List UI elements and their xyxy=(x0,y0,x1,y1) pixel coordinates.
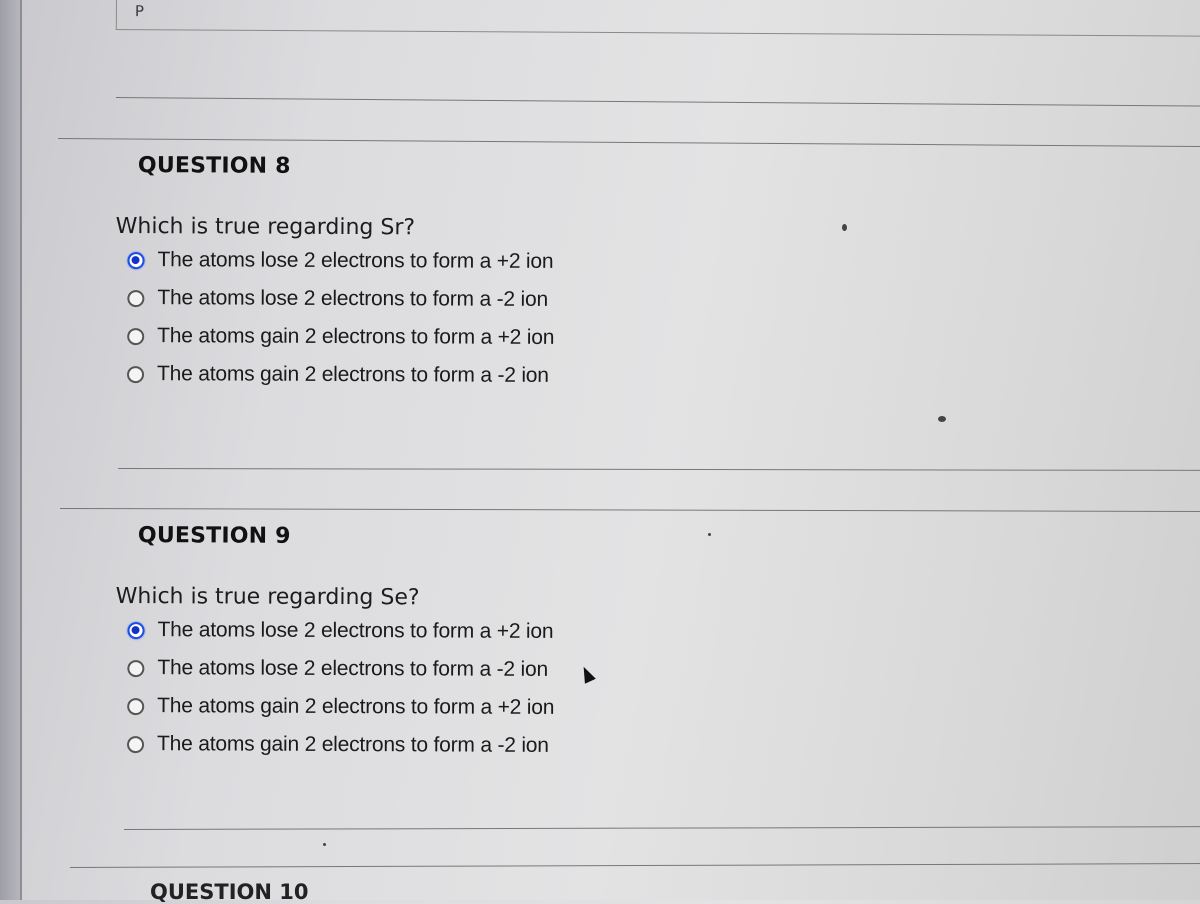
answer-field-previous[interactable]: P xyxy=(115,0,1200,37)
answer-option[interactable]: The atoms lose 2 electrons to form a -2 … xyxy=(115,279,815,320)
answer-option[interactable]: The atoms gain 2 electrons to form a +2 … xyxy=(115,687,815,728)
option-label: The atoms gain 2 electrons to form a -2 … xyxy=(156,362,549,387)
divider xyxy=(59,508,1200,513)
answer-option[interactable]: The atoms gain 2 electrons to form a -2 … xyxy=(115,725,815,766)
screen-smudge xyxy=(938,416,946,422)
question-10-title: QUESTION 10 xyxy=(150,880,309,904)
answer-option[interactable]: The atoms lose 2 electrons to form a +2 … xyxy=(115,611,815,652)
option-label: The atoms lose 2 electrons to form a +2 … xyxy=(157,248,554,273)
screen-smudge xyxy=(708,533,711,536)
answer-option[interactable]: The atoms gain 2 electrons to form a -2 … xyxy=(115,355,815,396)
answer-options: The atoms lose 2 electrons to form a +2 … xyxy=(115,611,816,766)
question-title: QUESTION 8 xyxy=(137,153,291,179)
screen-left-edge xyxy=(0,0,22,900)
screen-smudge xyxy=(842,224,847,231)
divider xyxy=(117,468,1200,471)
radio-button[interactable] xyxy=(127,327,145,345)
radio-button[interactable] xyxy=(127,659,145,677)
answer-options: The atoms lose 2 electrons to form a +2 … xyxy=(115,241,816,396)
divider xyxy=(115,97,1200,107)
question-prompt: Which is true regarding Se? xyxy=(115,583,420,611)
radio-button-selected[interactable] xyxy=(127,621,145,639)
page-left-border xyxy=(20,0,22,900)
option-label: The atoms lose 2 electrons to form a +2 … xyxy=(157,618,554,643)
screen-smudge xyxy=(323,843,326,846)
answer-option[interactable]: The atoms gain 2 electrons to form a +2 … xyxy=(115,317,815,358)
option-label: The atoms lose 2 electrons to form a -2 … xyxy=(157,656,549,681)
option-label: The atoms gain 2 electrons to form a +2 … xyxy=(157,324,555,349)
divider xyxy=(69,863,1200,868)
divider xyxy=(57,138,1200,148)
answer-option[interactable]: The atoms lose 2 electrons to form a +2 … xyxy=(115,241,815,282)
option-label: The atoms gain 2 electrons to form a -2 … xyxy=(156,732,549,757)
radio-button-selected[interactable] xyxy=(127,251,145,269)
option-label: The atoms gain 2 electrons to form a +2 … xyxy=(157,694,555,719)
radio-button[interactable] xyxy=(126,365,145,383)
radio-button[interactable] xyxy=(127,697,145,715)
divider xyxy=(123,826,1200,830)
option-label: The atoms lose 2 electrons to form a -2 … xyxy=(157,286,549,311)
question-title: QUESTION 9 xyxy=(137,523,291,549)
question-prompt: Which is true regarding Sr? xyxy=(115,213,416,241)
question-9-block: QUESTION 9 Which is true regarding Se? T… xyxy=(115,523,816,766)
question-8-block: QUESTION 8 Which is true regarding Sr? T… xyxy=(115,153,816,396)
answer-option[interactable]: The atoms lose 2 electrons to form a -2 … xyxy=(115,649,815,690)
radio-button[interactable] xyxy=(126,735,145,753)
answer-field-text: P xyxy=(134,2,145,21)
radio-button[interactable] xyxy=(127,289,145,307)
